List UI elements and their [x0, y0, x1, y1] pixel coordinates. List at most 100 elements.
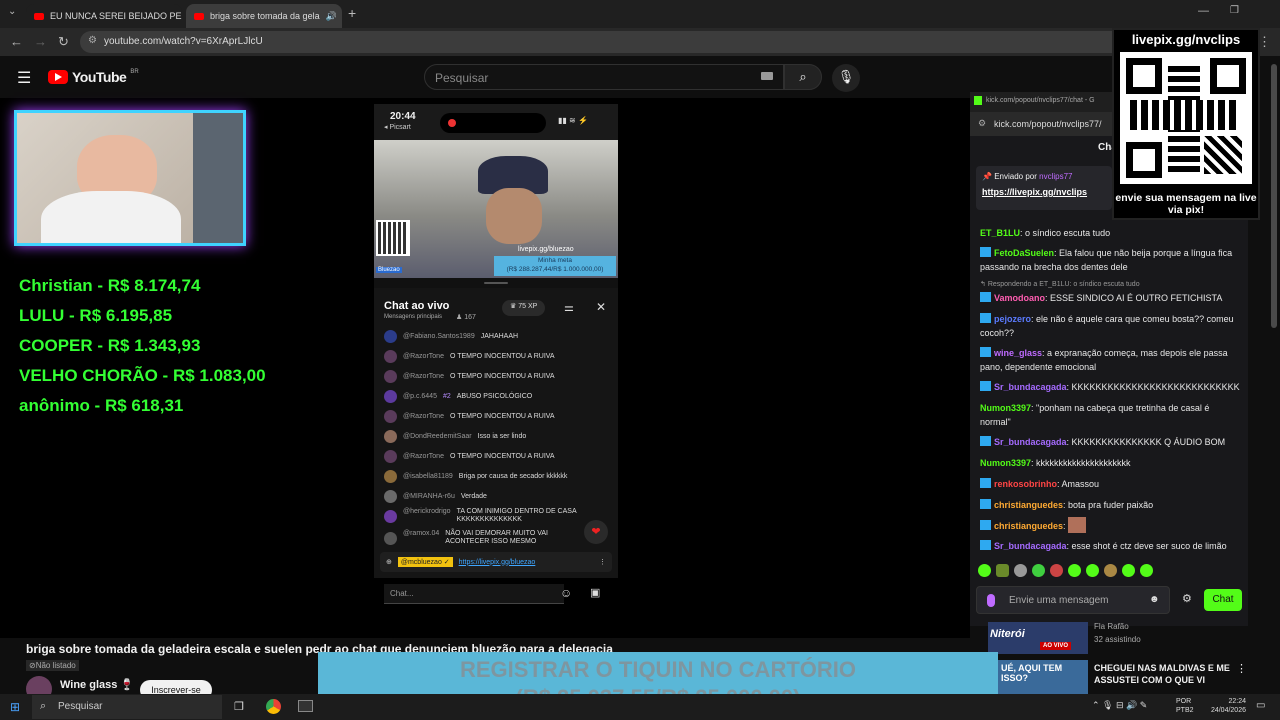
record-dot-icon	[448, 119, 456, 127]
qr-title: livepix.gg/nvclips	[1131, 32, 1241, 47]
recommendation-title[interactable]: CHEGUEI NAS MALDIVAS E ME ASSUSTEI COM O…	[1094, 662, 1234, 686]
emote-icon[interactable]	[1104, 564, 1117, 577]
chat-message: @ramox.04 NÃO VAI DEMORAR MUITO VAI ACONT…	[384, 530, 565, 546]
youtube-logo-text: YouTube	[72, 69, 127, 85]
person-face	[486, 188, 542, 244]
more-icon[interactable]: ⋮	[599, 558, 606, 566]
pinned-message[interactable]: ⊕ @mcbluezao ✓ https://livepix.gg/blueza…	[380, 552, 612, 572]
kick-chat-message: renkosobrinho: Amassou	[980, 477, 1242, 491]
livepix-qr-overlay: livepix.gg/nvclips envie sua mensagem na…	[1112, 28, 1260, 220]
chrome-icon[interactable]	[266, 699, 281, 714]
donor-line: COOPER - R$ 1.343,93	[19, 336, 201, 355]
forward-icon[interactable]: →	[34, 34, 47, 49]
kick-message-input[interactable]: Envie uma mensagem ☻	[976, 586, 1170, 614]
pinned-link[interactable]: https://livepix.gg/bluezao	[459, 559, 536, 566]
channel-name[interactable]: Wine glass 🍷	[60, 678, 134, 691]
phone-status-bar: 20:44 ◂ Picsart ▮▮ ≋ ⚡	[374, 104, 618, 140]
avatar	[384, 390, 397, 403]
emote-icon[interactable]	[1068, 564, 1081, 577]
emote-icon[interactable]	[1014, 564, 1027, 577]
emote-icon[interactable]	[1032, 564, 1045, 577]
keyboard-language[interactable]: POR PTB2	[1176, 697, 1194, 715]
pin-icon: ⊕	[386, 559, 392, 566]
emote-icon[interactable]	[1140, 564, 1153, 577]
microphone-icon[interactable]	[987, 594, 995, 607]
new-tab-button[interactable]: +	[348, 5, 356, 21]
keyboard-icon[interactable]	[761, 72, 773, 80]
phone-chat-input[interactable]: Chat...	[384, 584, 564, 604]
chat-message: @RazorTone O TEMPO INOCENTOU A RUIVA	[384, 350, 555, 363]
tab-1[interactable]: EU NUNCA SEREI BEIJADO PELA ✕	[26, 4, 182, 28]
search-placeholder: Pesquisar	[435, 71, 489, 85]
tab-2[interactable]: briga sobre tomada da gela 🔊 ✕	[186, 4, 342, 28]
send-chat-button[interactable]: Chat	[1204, 589, 1242, 611]
heart-icon[interactable]: ❤	[584, 520, 608, 544]
dynamic-island	[440, 113, 546, 133]
voice-search-button[interactable]: 🎙	[832, 64, 860, 92]
speaker-icon[interactable]: 🔊	[326, 11, 337, 22]
chat-message: @MIRANHA-r6u Verdade	[384, 490, 487, 503]
subscriber-badge-icon	[980, 292, 991, 302]
chat-message: @isabella81189 Briga por causa de secador…	[384, 470, 567, 483]
avatar	[384, 532, 397, 545]
emote-image	[1068, 517, 1087, 533]
back-icon[interactable]: ←	[10, 34, 23, 49]
recommendation-thumbnail[interactable]: UÉ, AQUI TEM ISSO?	[998, 660, 1088, 696]
search-icon: ⌕	[40, 700, 47, 712]
tray-icons[interactable]: ⌃ 🎙 ⊟ 🔊 ✎	[1092, 700, 1147, 711]
emoji-icon[interactable]: ☺	[560, 586, 572, 600]
search-input[interactable]: Pesquisar	[424, 64, 784, 90]
recommendation-meta: 32 assistindo	[1094, 635, 1141, 644]
kick-favicon-icon	[974, 96, 982, 105]
super-chat-icon[interactable]: ▣	[590, 586, 600, 599]
scrollbar[interactable]	[1271, 64, 1277, 328]
site-info-icon[interactable]: ⚙	[978, 118, 986, 129]
taskbar-search[interactable]: ⌕ Pesquisar	[32, 695, 222, 719]
reload-icon[interactable]: ↻	[58, 34, 69, 50]
search-button[interactable]: ⌕	[784, 64, 822, 90]
minimize-icon[interactable]: —	[1198, 5, 1209, 17]
goal-banner-line-1: REGISTRAR O TIQUIN NO CARTÓRIO	[460, 657, 856, 682]
chat-message: @Fabiano.Santos1989 JAHAHAAH	[384, 330, 518, 343]
emote-icon[interactable]	[1050, 564, 1063, 577]
tab-2-label: briga sobre tomada da gela	[210, 11, 320, 21]
emote-icon[interactable]	[996, 564, 1009, 577]
drag-handle[interactable]	[484, 282, 508, 284]
emoji-icon[interactable]: ☻	[1149, 594, 1160, 605]
hamburger-menu-icon[interactable]: ☰	[17, 68, 31, 88]
subscriber-badge-icon	[980, 520, 991, 530]
tab-list-icon[interactable]: ⌄	[8, 6, 16, 17]
goal-box: Minha meta (R$ 288.287,44/R$ 1.000.000,0…	[494, 256, 616, 276]
kick-chat-message: Sr_bundacagada: KKKKKKKKKKKKKKKKKKKKKKKK…	[980, 380, 1242, 394]
avatar	[384, 450, 397, 463]
recommendation-thumbnail[interactable]: Niterói AO VIVO	[988, 622, 1088, 654]
filter-icon[interactable]: ⚌	[564, 301, 574, 314]
microphone-icon: 🎙	[837, 69, 855, 84]
clock[interactable]: 22:24 24/04/2026	[1200, 697, 1246, 715]
terminal-icon[interactable]	[298, 700, 313, 712]
xp-badge[interactable]: ♛ 75 XP	[502, 300, 546, 316]
subscriber-badge-icon	[980, 436, 991, 446]
subscriber-badge-icon	[980, 347, 991, 357]
notification-icon[interactable]: ▭	[1256, 700, 1265, 711]
subscriber-badge-icon	[980, 499, 991, 509]
more-icon[interactable]: ⋮	[1236, 662, 1247, 675]
site-info-icon[interactable]: ⚙	[88, 35, 97, 46]
kick-pinned-message[interactable]: 📌 Enviado por nvclips77 https://livepix.…	[976, 166, 1112, 210]
kick-chat-message: pejozero: ele não é aquele cara que come…	[980, 313, 1234, 338]
youtube-logo[interactable]: YouTube BR	[48, 69, 139, 85]
emote-icon[interactable]	[978, 564, 991, 577]
restore-icon[interactable]: ❐	[1230, 5, 1239, 16]
emote-icon[interactable]	[1086, 564, 1099, 577]
close-icon[interactable]: ✕	[596, 300, 606, 314]
avatar	[384, 490, 397, 503]
url-field[interactable]: ⚙ youtube.com/watch?v=6XrAprLJlcU	[80, 31, 1230, 53]
donor-line: anônimo - R$ 618,31	[19, 396, 184, 415]
task-view-icon[interactable]: ❐	[234, 700, 244, 713]
settings-gear-icon[interactable]: ⚙	[1182, 592, 1192, 605]
kick-chat-message: Vamodoano: ESSE SINDICO AI É OUTRO FETIC…	[980, 291, 1242, 305]
emote-icon[interactable]	[1122, 564, 1135, 577]
windows-start-icon[interactable]: ⊞	[10, 700, 20, 714]
kick-chat-message: Numon3397: kkkkkkkkkkkkkkkkkkkkk	[980, 458, 1131, 468]
pinned-link[interactable]: https://livepix.gg/nvclips	[982, 187, 1106, 197]
